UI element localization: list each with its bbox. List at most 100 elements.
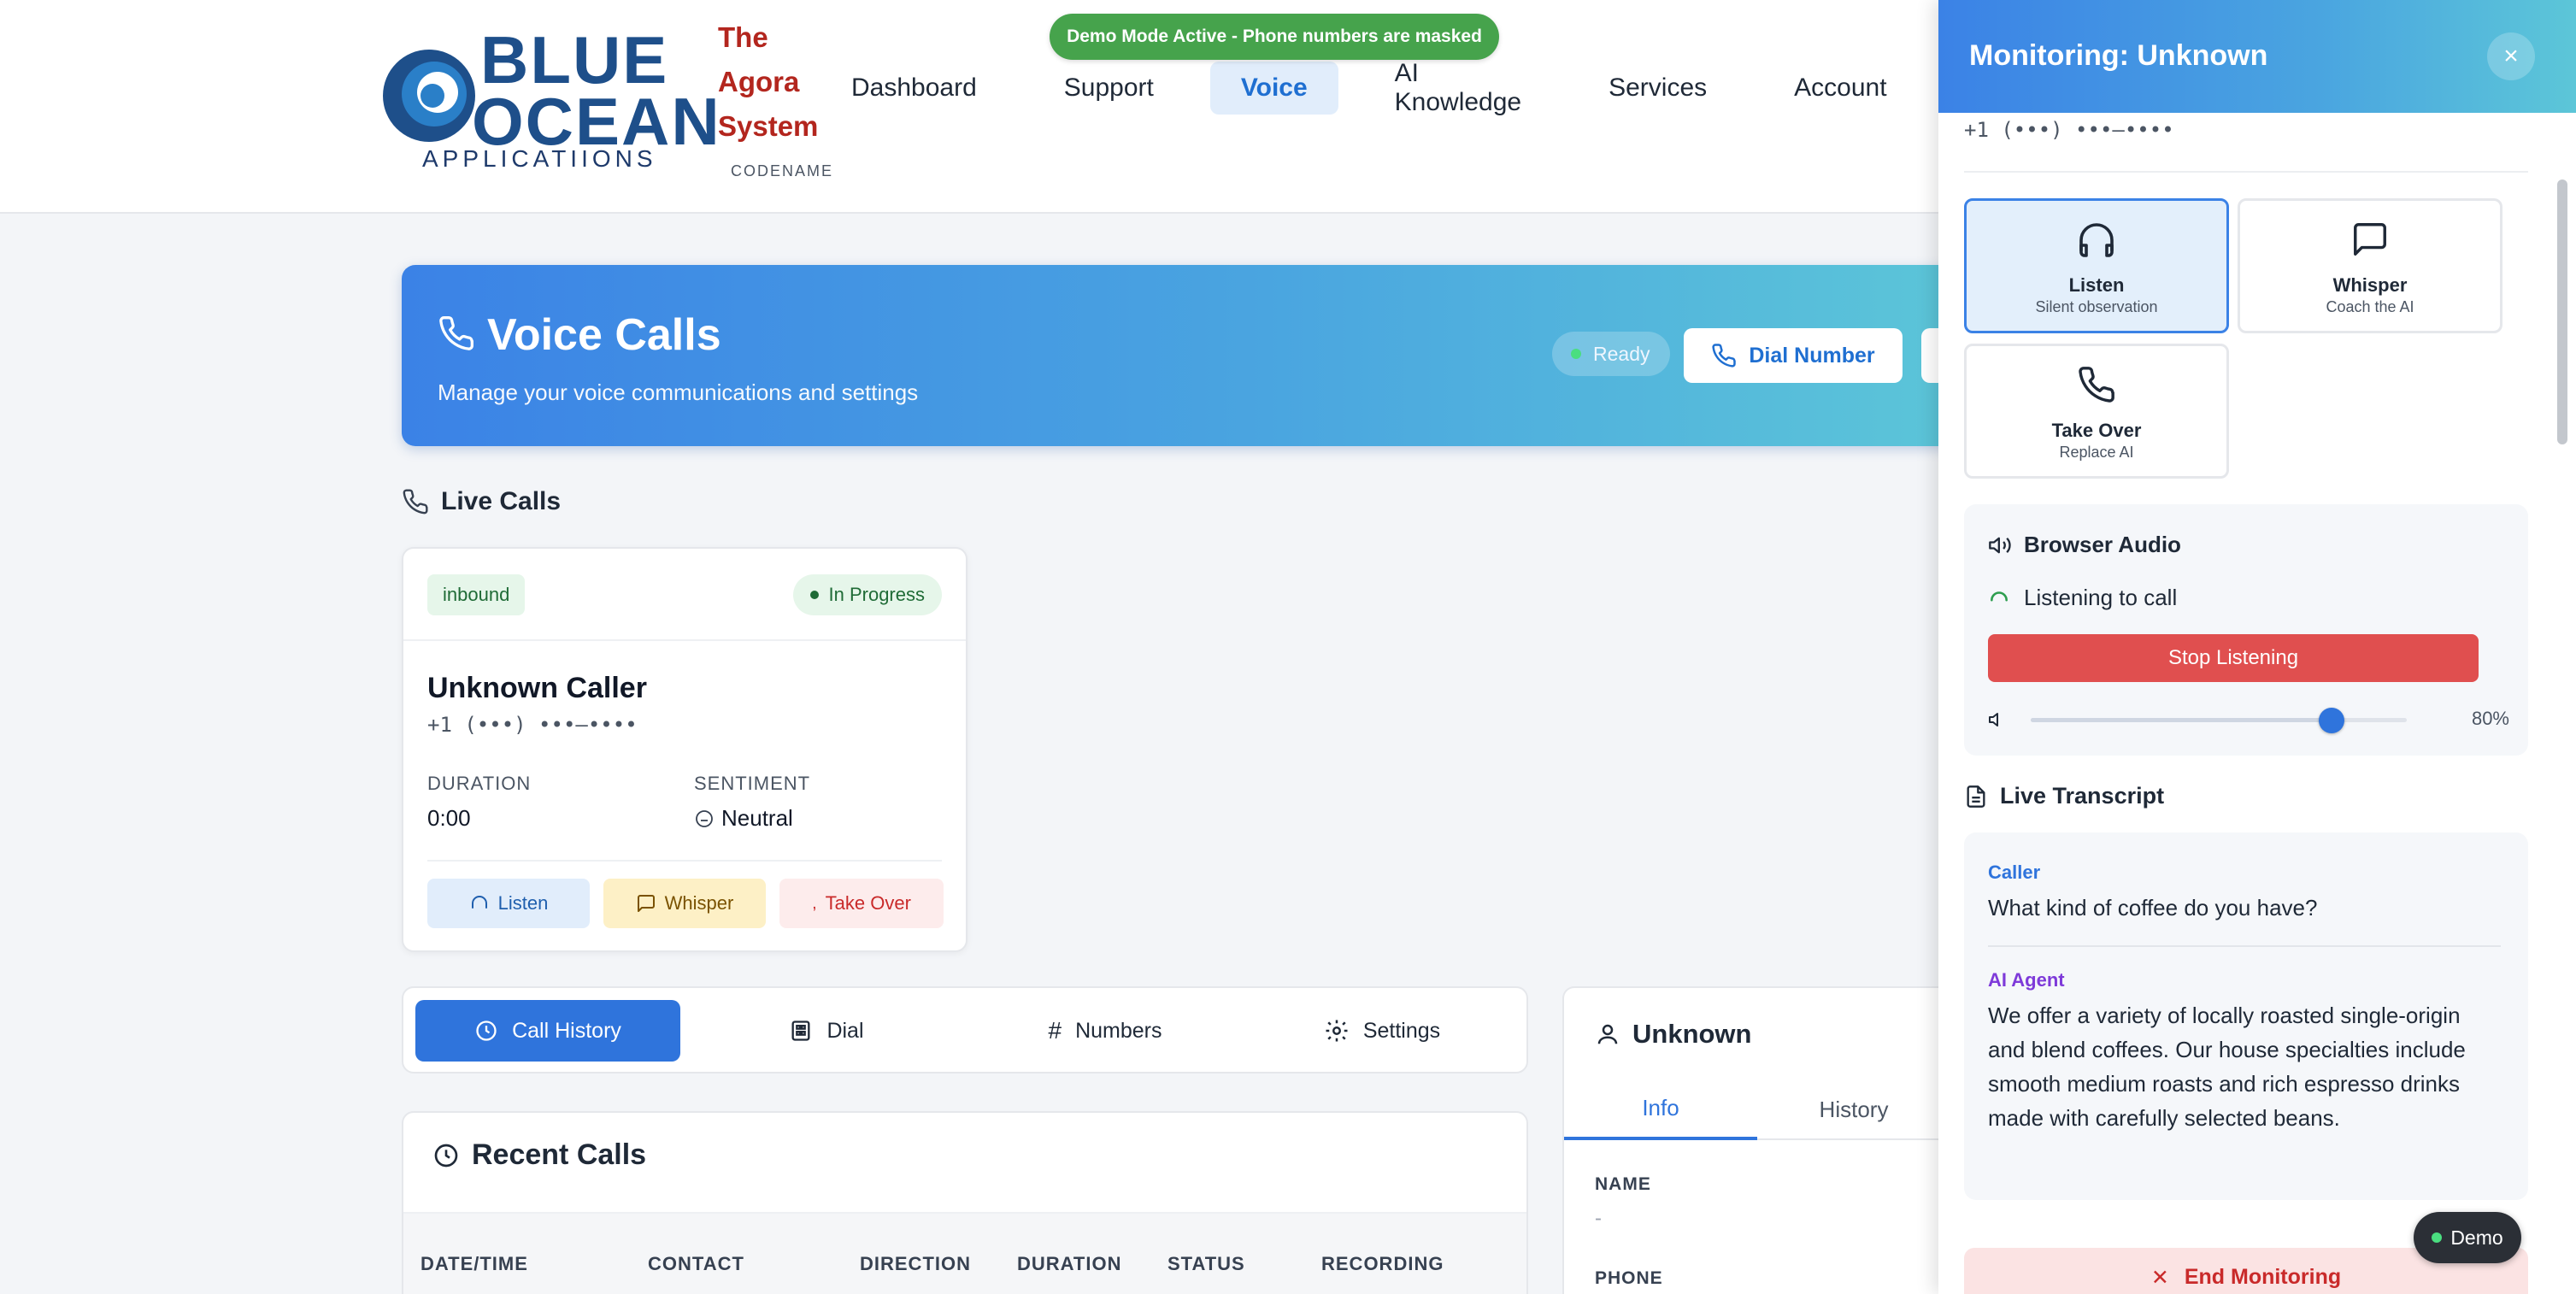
nav-services[interactable]: Services [1578, 62, 1738, 115]
mode-listen-card[interactable]: Listen Silent observation [1964, 198, 2229, 333]
monitoring-header: Monitoring: Unknown × [1938, 0, 2576, 113]
listen-button[interactable]: Listen [427, 879, 590, 928]
mode-name: Whisper [2332, 274, 2408, 296]
clock-icon [434, 1144, 458, 1167]
document-icon [1967, 785, 1985, 808]
caller-name: Unknown Caller [427, 672, 647, 704]
phone-icon [1712, 344, 1737, 368]
live-transcript-title: Live Transcript [2000, 783, 2165, 809]
col-duration[interactable]: DURATION [1017, 1253, 1121, 1275]
headphones-icon [1967, 220, 2226, 261]
nav-support[interactable]: Support [1033, 62, 1185, 115]
volume-icon [1989, 713, 1998, 726]
live-calls-heading: Live Calls [402, 487, 561, 516]
take-over-button[interactable]: , Take Over [779, 879, 944, 928]
page-title: Voice Calls [487, 310, 721, 360]
ocean-swirl-icon [383, 50, 475, 142]
tab-label: Call History [512, 1018, 621, 1043]
top-header: BLUE OCEAN APPLICATIIONS The Agora Syste… [0, 0, 1940, 214]
nav-ai-knowledge[interactable]: AI Knowledge [1364, 59, 1552, 116]
mode-whisper-card[interactable]: Whisper Coach the AI [2238, 198, 2502, 333]
status-dot [2432, 1232, 2443, 1243]
contact-panel: Unknown Info History NAME - PHONE [1562, 986, 1947, 1294]
transcript-speaker-ai: AI Agent [1988, 969, 2065, 991]
col-contact[interactable]: CONTACT [648, 1253, 744, 1275]
volume-fill [2031, 718, 2332, 722]
close-icon: ✕ [2150, 1266, 2169, 1290]
speaker-icon [1989, 537, 2011, 553]
contact-tabs: Info History [1564, 1079, 1947, 1140]
volume-slider-handle[interactable] [2319, 708, 2344, 733]
tab-settings[interactable]: Settings [1250, 1000, 1514, 1062]
col-status[interactable]: STATUS [1167, 1253, 1245, 1275]
volume-slider[interactable] [2031, 708, 2407, 733]
message-icon [637, 895, 655, 912]
table-header: DATE/TIME CONTACT DIRECTION DURATION STA… [403, 1212, 1526, 1294]
tab-label: Dial [826, 1018, 864, 1043]
status-badge: Ready [1552, 332, 1671, 376]
demo-chip[interactable]: Demo [2414, 1212, 2521, 1263]
tab-history[interactable]: History [1757, 1079, 1950, 1140]
nav-dashboard[interactable]: Dashboard [820, 62, 1008, 115]
live-calls-title: Live Calls [441, 487, 562, 515]
main-nav: Dashboard Support Voice AI Knowledge Ser… [820, 59, 1944, 116]
recent-calls-title: Recent Calls [472, 1138, 647, 1171]
col-direction[interactable]: DIRECTION [860, 1253, 971, 1275]
name-label: NAME [1595, 1174, 1651, 1194]
tab-info[interactable]: Info [1564, 1079, 1757, 1140]
transcript-box: Caller What kind of coffee do you have? … [1964, 832, 2528, 1200]
transcript-message: What kind of coffee do you have? [1988, 895, 2318, 921]
audio-status: Listening to call [1988, 585, 2177, 611]
page-subtitle: Manage your voice communications and set… [438, 379, 919, 405]
transcript-message: We offer a variety of locally roasted si… [1988, 1003, 2466, 1131]
neutral-face-icon [696, 809, 713, 827]
close-icon: × [2503, 42, 2519, 70]
tab-label: Settings [1362, 1018, 1441, 1043]
browser-audio-title: Browser Audio [2024, 532, 2181, 557]
tab-numbers[interactable]: # Numbers [973, 1000, 1238, 1062]
monitoring-panel: Monitoring: Unknown × +1 (•••) •••–•••• … [1938, 0, 2576, 1294]
demo-chip-label: Demo [2450, 1226, 2503, 1249]
divider [403, 639, 966, 641]
browser-audio-box: Browser Audio Listening to call Stop Lis… [1964, 504, 2528, 756]
keypad-icon [791, 1020, 810, 1041]
whisper-label: Whisper [664, 892, 734, 914]
blue-ocean-logo[interactable]: BLUE OCEAN APPLICATIIONS [378, 26, 720, 174]
phone-icon: , [812, 893, 817, 913]
scrollbar-thumb[interactable] [2557, 179, 2567, 444]
voice-tabs: Call History Dial # Numbers Settings [402, 986, 1528, 1073]
nav-voice[interactable]: Voice [1209, 62, 1338, 115]
live-transcript-heading: Live Transcript [1964, 783, 2164, 809]
end-monitoring-label: End Monitoring [2184, 1265, 2342, 1289]
status-text: Ready [1593, 342, 1650, 365]
contact-name: Unknown [1632, 1019, 1752, 1049]
col-recording[interactable]: RECORDING [1321, 1253, 1444, 1275]
recent-calls-heading: Recent Calls [432, 1138, 646, 1172]
loading-spinner-icon [1991, 591, 2008, 601]
tab-dial[interactable]: Dial [694, 1000, 959, 1062]
volume-percent: 80% [2471, 708, 2509, 729]
tab-label: Numbers [1075, 1018, 1162, 1043]
whisper-button[interactable]: Whisper [603, 879, 766, 928]
col-datetime[interactable]: DATE/TIME [421, 1253, 528, 1275]
mode-takeover-card[interactable]: Take Over Replace AI [1964, 344, 2229, 479]
voice-calls-hero: Voice Calls Manage your voice communicat… [402, 265, 1998, 446]
call-status-badge: In Progress [792, 574, 942, 615]
stop-listening-button[interactable]: Stop Listening [1988, 634, 2479, 682]
tab-call-history[interactable]: Call History [415, 1000, 680, 1062]
phone-icon [403, 489, 428, 515]
nav-account[interactable]: Account [1763, 62, 1917, 115]
phone-icon [1967, 365, 2226, 406]
logo-wordmark: BLUE OCEAN [472, 22, 721, 159]
duration-value: 0:00 [427, 805, 471, 831]
codename-label: CODENAME [731, 162, 834, 179]
mode-description: Coach the AI [2326, 298, 2414, 315]
recent-calls-panel: Recent Calls DATE/TIME CONTACT DIRECTION… [402, 1111, 1528, 1294]
live-call-card[interactable]: inbound In Progress Unknown Caller +1 (•… [402, 547, 967, 952]
close-button[interactable]: × [2487, 32, 2535, 80]
contact-heading: Unknown [1595, 1019, 1752, 1050]
dial-number-button[interactable]: Dial Number [1684, 328, 1903, 383]
monitoring-title: Monitoring: Unknown [1969, 39, 2268, 72]
mode-name: Listen [2068, 274, 2125, 296]
panel-scrollbar[interactable] [2555, 179, 2569, 1291]
